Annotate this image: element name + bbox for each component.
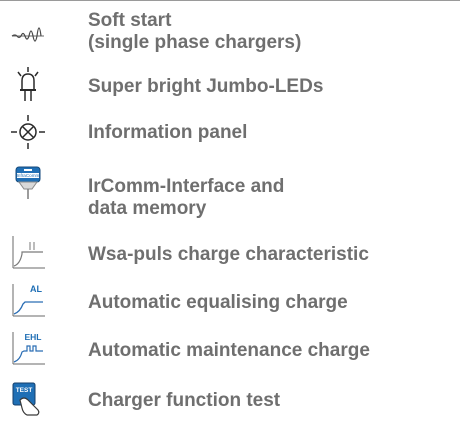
- wsa-curve-icon: [10, 234, 46, 270]
- al-curve-text: AL: [30, 284, 42, 294]
- feature-label: Super bright Jumbo-LEDs: [88, 76, 323, 98]
- feature-label-line: Charger function test: [88, 390, 281, 411]
- feature-label: Automatic equalising charge: [88, 292, 348, 314]
- feature-label: Charger function test: [88, 390, 280, 412]
- feature-label-line: (single phase chargers): [88, 32, 302, 53]
- ehl-curve-icon: EHL: [10, 330, 46, 366]
- feature-list: Soft start (single phase chargers) Super…: [0, 0, 460, 430]
- feature-label-line: Soft start: [88, 10, 172, 31]
- test-button-icon: TEST: [10, 380, 46, 416]
- feature-label: Wsa-puls charge characteristic: [88, 244, 369, 266]
- feature-label-line: Information panel: [88, 122, 248, 143]
- feature-label: Automatic maintenance charge: [88, 340, 370, 362]
- test-button-text: TEST: [16, 387, 33, 394]
- feature-label: Information panel: [88, 122, 247, 144]
- feature-label-line: Automatic maintenance charge: [88, 340, 370, 361]
- led-icon: [10, 66, 46, 102]
- ircomm-module-icon: InfraComm: [10, 164, 46, 200]
- indicator-lamp-icon: [10, 114, 46, 150]
- feature-label-line: Super bright Jumbo-LEDs: [88, 76, 324, 97]
- feature-label-line: Automatic equalising charge: [88, 292, 348, 313]
- al-curve-icon: AL: [10, 282, 46, 318]
- feature-label-line: Wsa-puls charge characteristic: [88, 244, 369, 265]
- ehl-curve-text: EHL: [25, 332, 42, 342]
- feature-label: IrComm-Interface and data memory: [88, 176, 284, 220]
- soft-start-waveform-icon: [10, 14, 46, 50]
- feature-label: Soft start (single phase chargers): [88, 10, 301, 54]
- feature-label-line: IrComm-Interface and: [88, 176, 285, 197]
- ircomm-module-text: InfraComm: [17, 173, 40, 178]
- feature-label-line: data memory: [88, 198, 207, 219]
